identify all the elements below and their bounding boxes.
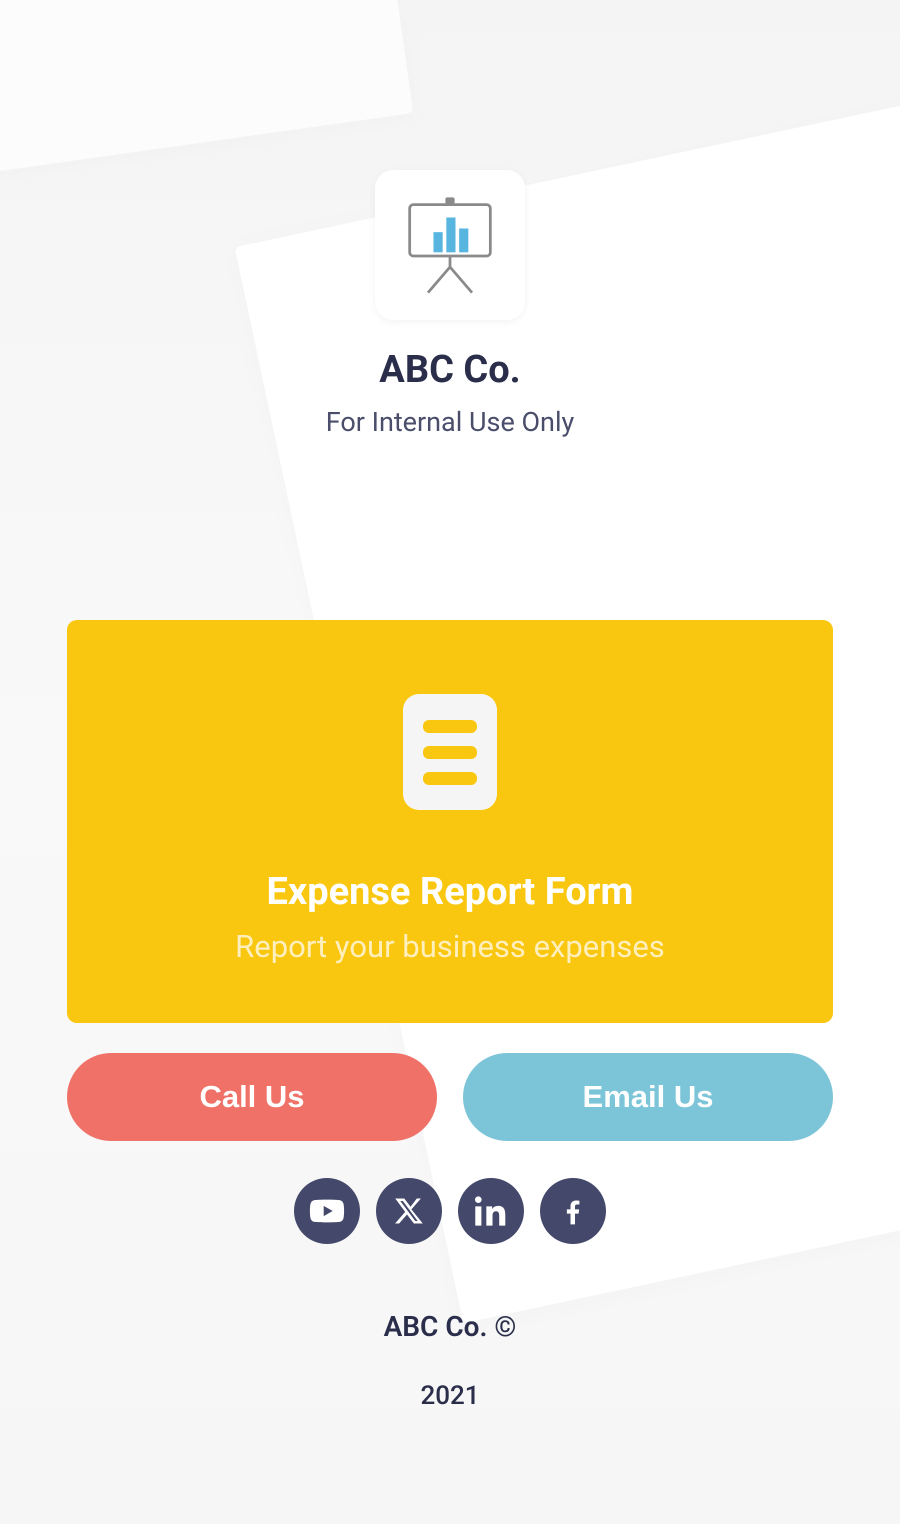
footer-year: 2021 — [420, 1381, 479, 1411]
company-logo — [375, 170, 525, 320]
card-subtitle: Report your business expenses — [235, 928, 665, 965]
facebook-icon — [557, 1195, 589, 1227]
youtube-link[interactable] — [294, 1178, 360, 1244]
contact-actions: Call Us Email Us — [67, 1053, 833, 1141]
expense-report-card[interactable]: Expense Report Form Report your business… — [67, 620, 833, 1023]
x-icon — [394, 1196, 424, 1226]
footer-company: ABC Co. © — [384, 1310, 517, 1343]
presentation-chart-icon — [395, 190, 505, 300]
linkedin-icon — [475, 1195, 507, 1227]
card-title: Expense Report Form — [267, 870, 634, 914]
youtube-icon — [309, 1193, 345, 1229]
form-icon — [403, 694, 497, 810]
email-us-button[interactable]: Email Us — [463, 1053, 833, 1141]
linkedin-link[interactable] — [458, 1178, 524, 1244]
header: ABC Co. For Internal Use Only — [326, 170, 575, 438]
call-us-button[interactable]: Call Us — [67, 1053, 437, 1141]
footer: ABC Co. © 2021 — [384, 1310, 517, 1411]
facebook-link[interactable] — [540, 1178, 606, 1244]
social-links — [294, 1178, 606, 1244]
x-link[interactable] — [376, 1178, 442, 1244]
company-title: ABC Co. — [379, 348, 520, 392]
company-subtitle: For Internal Use Only — [326, 406, 575, 438]
